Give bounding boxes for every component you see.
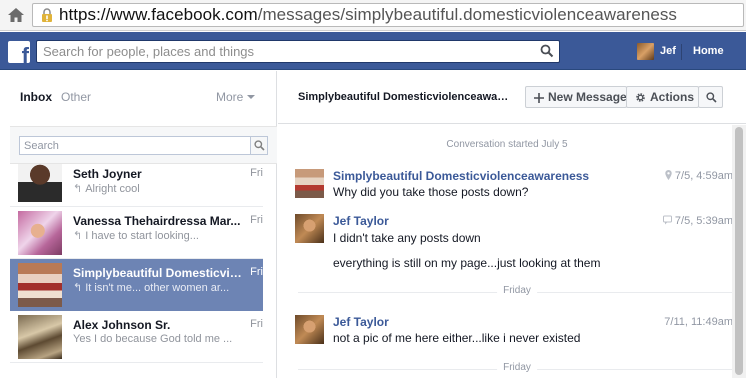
- thread-list: Seth Joyner Fri ↰ Alright cool Vanessa Th…: [10, 164, 277, 378]
- thread-snippet: ↰ It isn't me... other women ar...: [73, 281, 245, 294]
- thread-time: Fri: [250, 214, 263, 226]
- avatar: [18, 211, 62, 255]
- thread-search-box: [19, 136, 268, 155]
- message-group: Jef Taylor 7/11, 11:49am not a pic of me…: [295, 315, 735, 345]
- sender-name[interactable]: Simplybeautiful Domesticviolenceawarenes…: [333, 169, 589, 183]
- new-message-button[interactable]: New Message: [525, 86, 627, 108]
- reply-arrow-icon: ↰: [73, 183, 83, 195]
- message-list: Conversation started July 5 Simplybeauti…: [278, 125, 736, 378]
- profile-link[interactable]: Jef: [660, 45, 676, 57]
- message-text: everything is still on my page...just lo…: [333, 256, 601, 270]
- thread-row[interactable]: Vanessa Thehairdressa Mar... Fri ↰ I have…: [10, 207, 263, 259]
- message-time: 7/5, 4:59am: [665, 170, 733, 182]
- conversation-scrollbar[interactable]: [732, 125, 746, 378]
- thread-snippet: Yes I do because God told me ...: [73, 333, 233, 345]
- thread-search-bar: [10, 126, 277, 164]
- thread-snippet-text: I have to start looking...: [85, 230, 199, 242]
- thread-snippet: ↰ I have to start looking...: [73, 229, 245, 242]
- url-path: /messages/simplybeautiful.domesticviolen…: [257, 5, 677, 24]
- thread-list-panel: Inbox Other More Seth Joyner Fri ↰Alrigh…: [0, 71, 277, 378]
- message-group: Simplybeautiful Domesticviolenceawarenes…: [295, 169, 735, 199]
- thread-snippet-text: It isn't me... other women ar...: [85, 282, 230, 294]
- scrollbar-thumb[interactable]: [735, 127, 743, 375]
- user-avatar[interactable]: [637, 43, 654, 60]
- avatar: [18, 164, 62, 202]
- tab-inbox[interactable]: Inbox: [20, 90, 52, 104]
- search-icon: [706, 92, 717, 103]
- folder-tabs: Inbox Other More: [0, 71, 277, 124]
- avatar: [18, 315, 62, 359]
- more-dropdown[interactable]: More: [216, 90, 256, 104]
- top-navigation-bar: f Jef Home: [0, 32, 746, 70]
- thread-row-selected[interactable]: Simplybeautiful Domesticvio... Fri ↰ It i…: [10, 259, 263, 311]
- thread-time: Fri: [250, 318, 263, 330]
- thread-name: Simplybeautiful Domesticvio...: [73, 266, 245, 280]
- conversation-header: Simplybeautiful Domesticviolenceawarenes…: [278, 71, 746, 124]
- avatar[interactable]: [295, 214, 324, 243]
- conversation-start-label: Conversation started July 5: [446, 139, 568, 150]
- search-icon[interactable]: [540, 44, 554, 58]
- thread-row[interactable]: Alex Johnson Sr. Fri Yes I do because Go…: [10, 311, 263, 363]
- thread-search-button[interactable]: [250, 137, 267, 154]
- browser-address-bar: https://www.facebook.com/messages/simply…: [0, 0, 746, 31]
- warning-lock-icon: [42, 8, 52, 22]
- message-time-text: 7/5, 4:59am: [674, 170, 733, 182]
- message-text: I didn't take any posts down: [333, 231, 481, 245]
- thread-time: Fri: [250, 266, 263, 278]
- thread-search-input[interactable]: [20, 137, 245, 154]
- new-message-label: New Message: [548, 90, 627, 104]
- tab-other[interactable]: Other: [61, 90, 91, 104]
- gear-icon: [636, 93, 645, 102]
- day-divider: Friday: [298, 285, 736, 299]
- avatar: [18, 263, 62, 307]
- thread-snippet: ↰ Alright cool: [73, 182, 245, 195]
- url-field[interactable]: https://www.facebook.com/messages/simply…: [32, 3, 744, 27]
- location-icon: [665, 170, 672, 180]
- message-time-text: 7/5, 5:39am: [674, 215, 733, 227]
- more-label: More: [216, 90, 244, 104]
- conversation-search-button[interactable]: [698, 86, 723, 108]
- home-link[interactable]: Home: [693, 45, 724, 57]
- reply-arrow-icon: ↰: [73, 282, 83, 294]
- url-text: https://www.facebook.com/messages/simply…: [59, 5, 677, 25]
- nav-divider: [681, 44, 682, 60]
- thread-name: Seth Joyner: [73, 167, 142, 181]
- day-label: Friday: [497, 285, 537, 296]
- conversation-panel: Simplybeautiful Domesticviolenceawarenes…: [278, 71, 746, 378]
- thread-snippet-text: Alright cool: [85, 183, 140, 195]
- avatar[interactable]: [295, 169, 324, 198]
- message-text: not a pic of me here either...like i nev…: [333, 331, 581, 345]
- reply-arrow-icon: ↰: [73, 230, 83, 242]
- sender-name[interactable]: Jef Taylor: [333, 315, 389, 329]
- thread-row[interactable]: Seth Joyner Fri ↰ Alright cool: [10, 164, 263, 207]
- thread-time: Fri: [250, 167, 263, 179]
- sender-name[interactable]: Jef Taylor: [333, 214, 389, 228]
- home-icon[interactable]: [6, 6, 26, 24]
- url-domain: https://www.facebook.com: [59, 5, 258, 24]
- thread-name: Alex Johnson Sr.: [73, 318, 171, 332]
- global-search-box: [36, 40, 560, 63]
- chevron-down-icon: [247, 95, 256, 99]
- avatar[interactable]: [295, 315, 324, 344]
- actions-label: Actions: [650, 90, 695, 104]
- plus-icon: [534, 93, 544, 103]
- global-search-input[interactable]: [37, 41, 537, 62]
- message-group: Jef Taylor 7/5, 5:39am I didn't take any…: [295, 214, 735, 274]
- day-divider: Friday: [298, 362, 736, 376]
- mobile-icon: [662, 215, 672, 225]
- message-text: Why did you take those posts down?: [333, 185, 529, 199]
- message-time: 7/5, 5:39am: [662, 215, 733, 227]
- message-time: 7/11, 11:49am: [664, 316, 733, 328]
- search-icon: [254, 140, 265, 151]
- thread-name: Vanessa Thehairdressa Mar...: [73, 214, 241, 228]
- conversation-title: Simplybeautiful Domesticviolenceawarenes…: [298, 91, 512, 103]
- facebook-logo-icon[interactable]: f: [8, 41, 30, 63]
- actions-button[interactable]: Actions: [626, 86, 699, 108]
- day-label: Friday: [497, 362, 537, 373]
